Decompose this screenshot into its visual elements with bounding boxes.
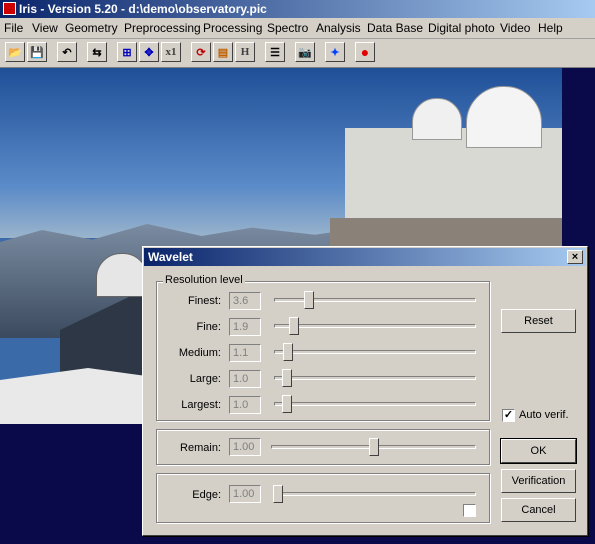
auto-verif-checkbox[interactable]: ✓ [502, 409, 515, 422]
edge-slider-thumb[interactable] [273, 485, 283, 503]
finest-label: Finest: [187, 295, 221, 307]
menu-view[interactable]: View [32, 21, 58, 35]
medium-slider-thumb[interactable] [282, 343, 293, 361]
ok-button[interactable]: OK [500, 438, 577, 464]
menu-geometry[interactable]: Geometry [65, 21, 118, 35]
fine-slider-thumb[interactable] [289, 317, 300, 335]
red-dot-icon[interactable]: ● [355, 42, 375, 62]
menu-video[interactable]: Video [500, 21, 530, 35]
medium-label: Medium: [178, 347, 221, 359]
toolbar: 📂 💾 ↶ ⇆ ⊞ ✥ x1 ⟳ ▤ H ☰ 📷 ✦ ● [0, 39, 595, 68]
menu-processing[interactable]: Processing [203, 21, 262, 35]
fine-label: Fine: [196, 321, 221, 333]
zoom-x1-icon[interactable]: x1 [161, 42, 181, 62]
edge-field[interactable]: 1.00 [229, 485, 261, 503]
menu-help[interactable]: Help [538, 21, 563, 35]
open-folder-icon[interactable]: 📂 [5, 42, 25, 62]
image-dome-large [466, 86, 542, 148]
remain-field[interactable]: 1.00 [229, 438, 261, 456]
edge-checkbox[interactable] [463, 504, 476, 517]
list-icon[interactable]: ☰ [265, 42, 285, 62]
largest-field[interactable]: 1.0 [229, 396, 261, 414]
wavelet-dialog: Wavelet × Resolution level Finest: 3.6 F… [142, 246, 588, 536]
image-dome-small [412, 98, 462, 140]
large-label: Large: [189, 373, 221, 385]
finest-field[interactable]: 3.6 [229, 292, 261, 310]
large-slider-track [274, 376, 476, 380]
cancel-button[interactable]: Cancel [501, 498, 576, 522]
blue-diamond-icon[interactable]: ✦ [325, 42, 345, 62]
fine-slider-track [274, 324, 476, 328]
edge-label: Edge: [192, 489, 221, 501]
dialog-title: Wavelet [148, 250, 193, 264]
reset-button[interactable]: Reset [501, 309, 576, 333]
window-title-bar: Iris - Version 5.20 - d:\demo\observator… [0, 0, 595, 18]
frame-icon[interactable]: ▤ [213, 42, 233, 62]
largest-label: Largest: [181, 399, 221, 411]
menu-spectro[interactable]: Spectro [267, 21, 308, 35]
fine-field[interactable]: 1.9 [229, 318, 261, 336]
menu-preprocessing[interactable]: Preprocessing [124, 21, 201, 35]
verification-button[interactable]: Verification [501, 469, 576, 493]
menu-file[interactable]: File [4, 21, 23, 35]
edge-slider-track [273, 492, 476, 496]
app-icon [3, 2, 16, 15]
medium-slider-track [274, 350, 476, 354]
remain-slider-thumb[interactable] [368, 438, 379, 456]
menu-digital-photo[interactable]: Digital photo [428, 21, 495, 35]
zoom-out-icon[interactable]: ✥ [139, 42, 159, 62]
resolution-level-label: Resolution level [163, 274, 245, 286]
swap-icon[interactable]: ⇆ [87, 42, 107, 62]
window-title: Iris - Version 5.20 - d:\demo\observator… [19, 2, 267, 16]
menu-analysis[interactable]: Analysis [316, 21, 361, 35]
large-field[interactable]: 1.0 [229, 370, 261, 388]
histogram-h-icon[interactable]: H [235, 42, 255, 62]
remain-label: Remain: [180, 442, 221, 454]
image-dome-left [96, 253, 148, 297]
camera-icon[interactable]: 📷 [295, 42, 315, 62]
largest-slider-track [274, 402, 476, 406]
close-icon[interactable]: × [567, 250, 583, 264]
large-slider-thumb[interactable] [281, 369, 292, 387]
finest-slider-thumb[interactable] [303, 291, 314, 309]
zoom-in-icon[interactable]: ⊞ [117, 42, 137, 62]
dialog-title-bar: Wavelet × [144, 248, 586, 266]
red-circle-arrows-icon[interactable]: ⟳ [191, 42, 211, 62]
save-icon[interactable]: 💾 [27, 42, 47, 62]
undo-icon[interactable]: ↶ [57, 42, 77, 62]
medium-field[interactable]: 1.1 [229, 344, 261, 362]
menu-data-base[interactable]: Data Base [367, 21, 423, 35]
largest-slider-thumb[interactable] [281, 395, 292, 413]
menu-bar: File View Geometry Preprocessing Process… [0, 18, 595, 39]
auto-verif-label: Auto verif. [519, 409, 569, 421]
